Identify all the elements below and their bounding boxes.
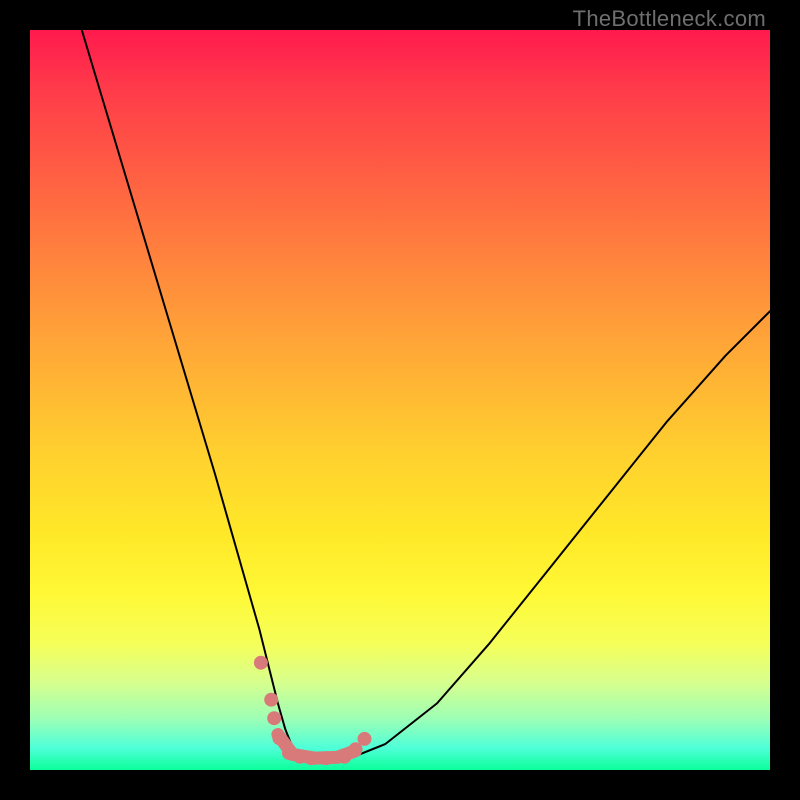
chart-frame: TheBottleneck.com bbox=[0, 0, 800, 800]
marker-point bbox=[357, 732, 371, 746]
watermark-text: TheBottleneck.com bbox=[573, 6, 766, 32]
bottleneck-curve bbox=[82, 30, 770, 759]
marker-point bbox=[254, 656, 268, 670]
marker-point bbox=[264, 693, 278, 707]
bottleneck-chart-svg bbox=[30, 30, 770, 770]
plot-area bbox=[30, 30, 770, 770]
marker-point bbox=[267, 711, 281, 725]
